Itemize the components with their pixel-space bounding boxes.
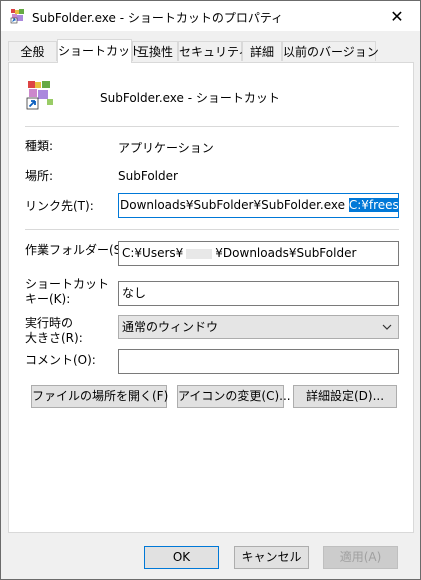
- comment-label: コメント(O):: [25, 353, 96, 367]
- apply-button[interactable]: 適用(A): [323, 546, 398, 569]
- shortcut-app-icon: [26, 81, 53, 110]
- target-text: Downloads¥SubFolder¥SubFolder.exe: [120, 198, 349, 212]
- location-label: 場所:: [25, 169, 54, 183]
- run-label-line1: 実行時の: [25, 316, 74, 330]
- run-select[interactable]: 通常のウィンドウ: [118, 315, 399, 339]
- redacted-username: [186, 248, 213, 259]
- shortcut-key-value: なし: [122, 286, 147, 300]
- open-file-location-button[interactable]: ファイルの場所を開く(F): [31, 385, 169, 408]
- tab-strip: 全般 ショートカット 互換性 セキュリティ 詳細 以前のバージョン: [8, 39, 414, 63]
- button-label: キャンセル: [241, 550, 302, 564]
- ok-button[interactable]: OK: [144, 546, 219, 569]
- button-label: アイコンの変更(C)...: [178, 389, 291, 403]
- tab-previous-versions[interactable]: 以前のバージョン: [282, 41, 379, 61]
- shortcut-key-label-line1: ショートカット: [25, 277, 110, 291]
- tab-label: 以前のバージョン: [283, 45, 379, 59]
- shortcut-key-input[interactable]: なし: [118, 281, 399, 306]
- tab-details[interactable]: 詳細: [242, 41, 282, 61]
- target-selected-text: C:¥freesoft100: [348, 198, 398, 212]
- close-icon: ✕: [390, 6, 404, 26]
- window-title: SubFolder.exe - ショートカットのプロパティ: [32, 11, 284, 25]
- tab-label: 詳細: [249, 45, 274, 59]
- tab-label: ショートカット: [58, 44, 143, 58]
- start-in-label: 作業フォルダー(S):: [25, 243, 131, 257]
- advanced-button[interactable]: 詳細設定(D)...: [293, 385, 397, 408]
- title-bar[interactable]: SubFolder.exe - ショートカットのプロパティ ✕: [1, 1, 420, 31]
- tab-shortcut[interactable]: ショートカット: [57, 39, 142, 63]
- divider: [25, 126, 399, 127]
- run-label-line2: 大きさ(R):: [25, 331, 83, 345]
- run-value: 通常のウィンドウ: [122, 320, 219, 334]
- properties-window: SubFolder.exe - ショートカットのプロパティ ✕ 全般 ショートカ…: [0, 0, 421, 580]
- shortcut-app-icon: [10, 9, 24, 24]
- type-label: 種類:: [25, 139, 54, 153]
- button-label: 詳細設定(D)...: [305, 389, 385, 403]
- type-value: アプリケーション: [118, 141, 214, 155]
- comment-input[interactable]: [118, 349, 399, 374]
- close-button[interactable]: ✕: [374, 1, 420, 31]
- button-label: 適用(A): [339, 550, 382, 564]
- change-icon-button[interactable]: アイコンの変更(C)...: [177, 385, 291, 408]
- start-in-input[interactable]: C:¥Users¥ ¥Downloads¥SubFolder: [118, 241, 399, 266]
- cancel-button[interactable]: キャンセル: [234, 546, 309, 569]
- button-label: OK: [172, 550, 191, 564]
- target-label: リンク先(T):: [25, 199, 94, 213]
- location-value: SubFolder: [118, 169, 178, 183]
- tab-label: 全般: [20, 45, 45, 59]
- tab-label: 互換性: [136, 45, 173, 59]
- tab-label: セキュリティ: [179, 45, 251, 59]
- target-input[interactable]: Downloads¥SubFolder¥SubFolder.exe C:¥fre…: [118, 193, 399, 218]
- shortcut-name: SubFolder.exe - ショートカット: [100, 91, 280, 105]
- button-label: ファイルの場所を開く(F): [32, 389, 169, 403]
- start-in-suffix: ¥Downloads¥SubFolder: [215, 246, 357, 260]
- chevron-down-icon: [382, 316, 392, 347]
- shortcut-key-label-line2: キー(K):: [25, 292, 71, 306]
- shortcut-panel: SubFolder.exe - ショートカット 種類: アプリケーション 場所:…: [8, 62, 414, 533]
- divider: [25, 229, 399, 230]
- tab-general[interactable]: 全般: [8, 41, 57, 61]
- tab-security[interactable]: セキュリティ: [178, 41, 250, 61]
- start-in-prefix: C:¥Users¥: [122, 246, 184, 260]
